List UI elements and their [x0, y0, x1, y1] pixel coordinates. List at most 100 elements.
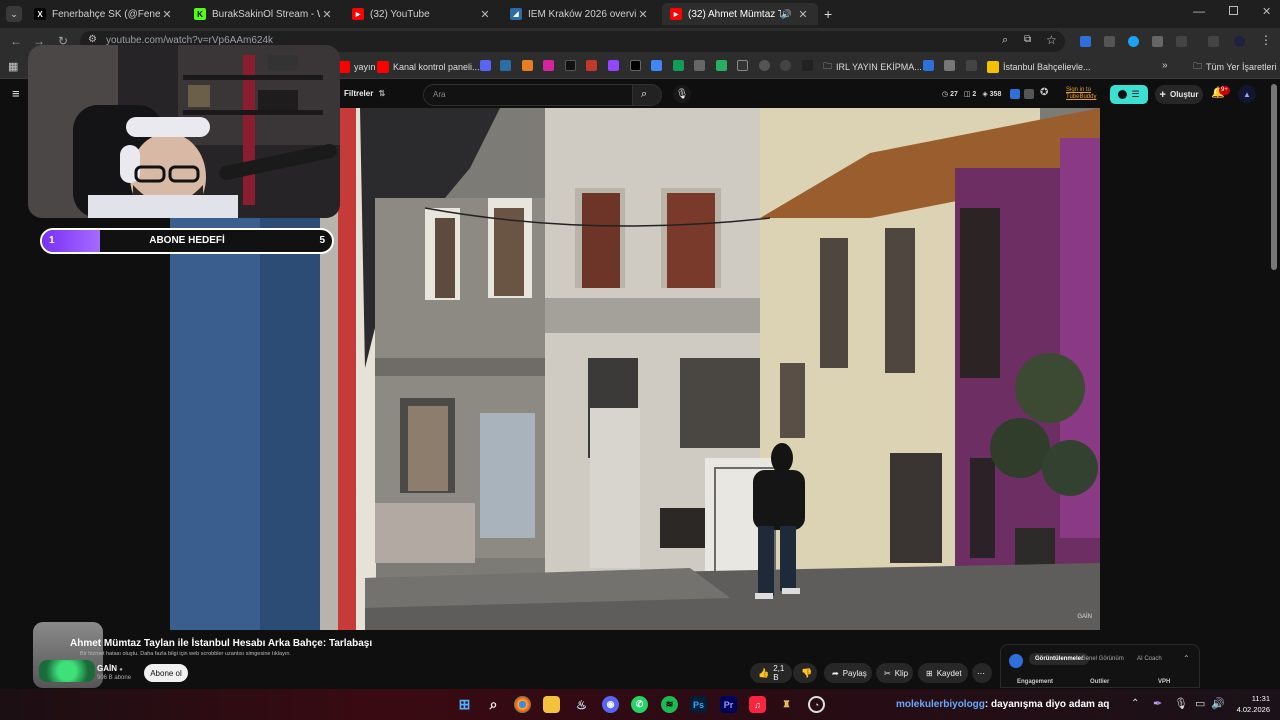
music-app-icon[interactable]: ♫: [749, 696, 766, 713]
bookmark-kanal-kontrol[interactable]: Kanal kontrol paneli...: [377, 59, 480, 75]
bookmark-icon[interactable]: [694, 60, 705, 71]
search-input[interactable]: Ara: [423, 84, 633, 106]
maximize-button[interactable]: [1229, 6, 1238, 15]
filters-button[interactable]: Filtreler ⇅: [344, 89, 385, 98]
thumbs-up-icon: 👍: [758, 667, 770, 678]
cast-icon[interactable]: ⧉: [1024, 34, 1031, 45]
bookmark-icon[interactable]: [780, 60, 791, 71]
all-bookmarks-folder[interactable]: 🗀 Tüm Yer İşaretleri: [1193, 59, 1277, 75]
volume-icon[interactable]: 🔊: [1211, 697, 1225, 710]
bookmark-icon[interactable]: [923, 60, 934, 71]
photoshop-icon[interactable]: Ps: [690, 696, 707, 713]
minimize-button[interactable]: —: [1193, 4, 1205, 18]
back-icon[interactable]: ←: [10, 34, 22, 48]
panel-tab-overview[interactable]: Genel Görünüm: [1081, 656, 1124, 662]
share-button[interactable]: ➦ Paylaş: [824, 663, 872, 683]
extension-toggle-button[interactable]: ☰: [1110, 85, 1148, 104]
site-info-icon[interactable]: ⚙: [88, 34, 97, 45]
close-icon[interactable]: ✕: [796, 8, 810, 21]
bookmark-icon[interactable]: [759, 60, 770, 71]
tab-search-button[interactable]: ⌄: [6, 6, 22, 22]
more-bookmarks-icon[interactable]: »: [1162, 60, 1168, 71]
bookmark-istanbul[interactable]: İstanbul Bahçelievle...: [987, 59, 1091, 75]
bookmark-icon[interactable]: [716, 60, 727, 71]
spotify-icon[interactable]: ≋: [661, 696, 678, 713]
file-explorer-icon[interactable]: [543, 696, 560, 713]
more-actions-button[interactable]: ⋯: [972, 663, 992, 683]
bookmark-icon[interactable]: [802, 60, 813, 71]
new-tab-button[interactable]: +: [824, 6, 832, 22]
tiktok-icon[interactable]: [565, 60, 576, 71]
bookmark-icon[interactable]: [966, 60, 977, 71]
steam-icon[interactable]: ♨: [573, 696, 590, 713]
channel-name[interactable]: GAİN ●: [97, 664, 123, 673]
whatsapp-icon[interactable]: ✆: [631, 696, 648, 713]
chrome-icon[interactable]: [514, 696, 531, 713]
like-button[interactable]: 👍 2,1 B: [750, 663, 792, 683]
start-icon[interactable]: ⊞: [456, 696, 473, 713]
reading-list-icon[interactable]: [1208, 36, 1219, 47]
tab-current-video[interactable]: ▶ (32) Ahmet Mümtaz Taylan 🔊 ✕: [662, 3, 818, 25]
bookmark-yayin[interactable]: yayın: [338, 59, 376, 75]
tab-kick-stream[interactable]: K BurakSakinOl Stream - Watch Liv ✕: [186, 3, 342, 25]
hamburger-menu-icon[interactable]: ≡: [12, 86, 20, 101]
app-icon[interactable]: ♜: [778, 696, 795, 713]
extension-icon[interactable]: [1104, 36, 1115, 47]
close-icon[interactable]: ✕: [478, 8, 492, 21]
bookmark-icon[interactable]: [737, 60, 748, 71]
extension-icon[interactable]: [1080, 36, 1091, 47]
x-logo-icon[interactable]: [630, 60, 641, 71]
close-window-button[interactable]: ✕: [1262, 5, 1271, 18]
tray-chevron-icon[interactable]: ⌃: [1131, 698, 1139, 709]
bookmark-star-icon[interactable]: ☆: [1046, 33, 1057, 47]
close-icon[interactable]: ✕: [636, 8, 650, 21]
create-button[interactable]: + Oluştur: [1155, 85, 1203, 104]
search-button[interactable]: ⌕: [632, 84, 662, 106]
tab-youtube[interactable]: ▶ (32) YouTube ✕: [344, 3, 500, 25]
profile-avatar[interactable]: [1234, 36, 1245, 47]
tubebuddy-signin-link[interactable]: Sign in to TubeBuddy: [1066, 87, 1110, 101]
bookmark-icon[interactable]: [522, 60, 533, 71]
premiere-icon[interactable]: Pr: [720, 696, 737, 713]
panel-tab-ai-coach[interactable]: AI Coach: [1137, 656, 1162, 662]
speaker-icon[interactable]: 🔊: [781, 9, 792, 20]
panel-collapse-icon[interactable]: ⌃: [1183, 654, 1190, 663]
subscribe-button[interactable]: Abone ol: [144, 664, 188, 682]
instagram-icon[interactable]: [543, 60, 554, 71]
bookmark-icon[interactable]: [500, 60, 511, 71]
clock[interactable]: 11:31 4.02.2026: [1228, 693, 1270, 715]
bookmark-folder-irl[interactable]: 🗀 IRL YAYIN EKİPMA...: [823, 59, 922, 75]
save-button[interactable]: ⊞ Kaydet: [918, 663, 968, 683]
bookmark-icon[interactable]: [586, 60, 597, 71]
docs-icon[interactable]: [651, 60, 662, 71]
twitch-icon[interactable]: [608, 60, 619, 71]
close-icon[interactable]: ✕: [160, 8, 174, 21]
tab-hltv[interactable]: ◢ IEM Kraków 2026 overview | HLTV ✕: [502, 3, 658, 25]
bookmark-icon[interactable]: [480, 60, 491, 71]
extension-icon[interactable]: [1128, 36, 1139, 47]
network-icon[interactable]: ▭: [1195, 697, 1205, 710]
apps-grid-icon[interactable]: ▦: [8, 60, 18, 73]
sheets-icon[interactable]: [673, 60, 684, 71]
bookmark-icon[interactable]: [944, 60, 955, 71]
search-icon[interactable]: ⌕: [485, 696, 502, 713]
zoom-icon[interactable]: ⌕: [1002, 34, 1008, 47]
list-icon: ☰: [1131, 89, 1140, 99]
tubebuddy-icon[interactable]: [1010, 89, 1020, 99]
account-avatar[interactable]: ▲: [1238, 85, 1256, 103]
obs-icon[interactable]: ◔: [808, 696, 825, 713]
mic-icon[interactable]: 🎙: [673, 85, 691, 103]
puzzle-icon[interactable]: [1176, 36, 1187, 47]
close-icon[interactable]: ✕: [320, 8, 334, 21]
microphone-icon[interactable]: 🎙: [1174, 697, 1188, 710]
clip-button[interactable]: ✂ Klip: [876, 663, 913, 683]
discord-icon[interactable]: ◉: [602, 696, 619, 713]
dislike-button[interactable]: 👎: [793, 663, 817, 683]
page-scrollbar[interactable]: [1271, 84, 1277, 270]
list-icon[interactable]: [1024, 89, 1034, 99]
tab-fenerbahce[interactable]: X Fenerbahçe SK (@Fenerbahce) ✕: [26, 3, 182, 25]
extension-icon[interactable]: [1152, 36, 1163, 47]
pen-icon[interactable]: ✒: [1153, 697, 1162, 710]
badge-icon[interactable]: ✪: [1040, 87, 1048, 98]
menu-icon[interactable]: ⋮: [1260, 33, 1272, 47]
